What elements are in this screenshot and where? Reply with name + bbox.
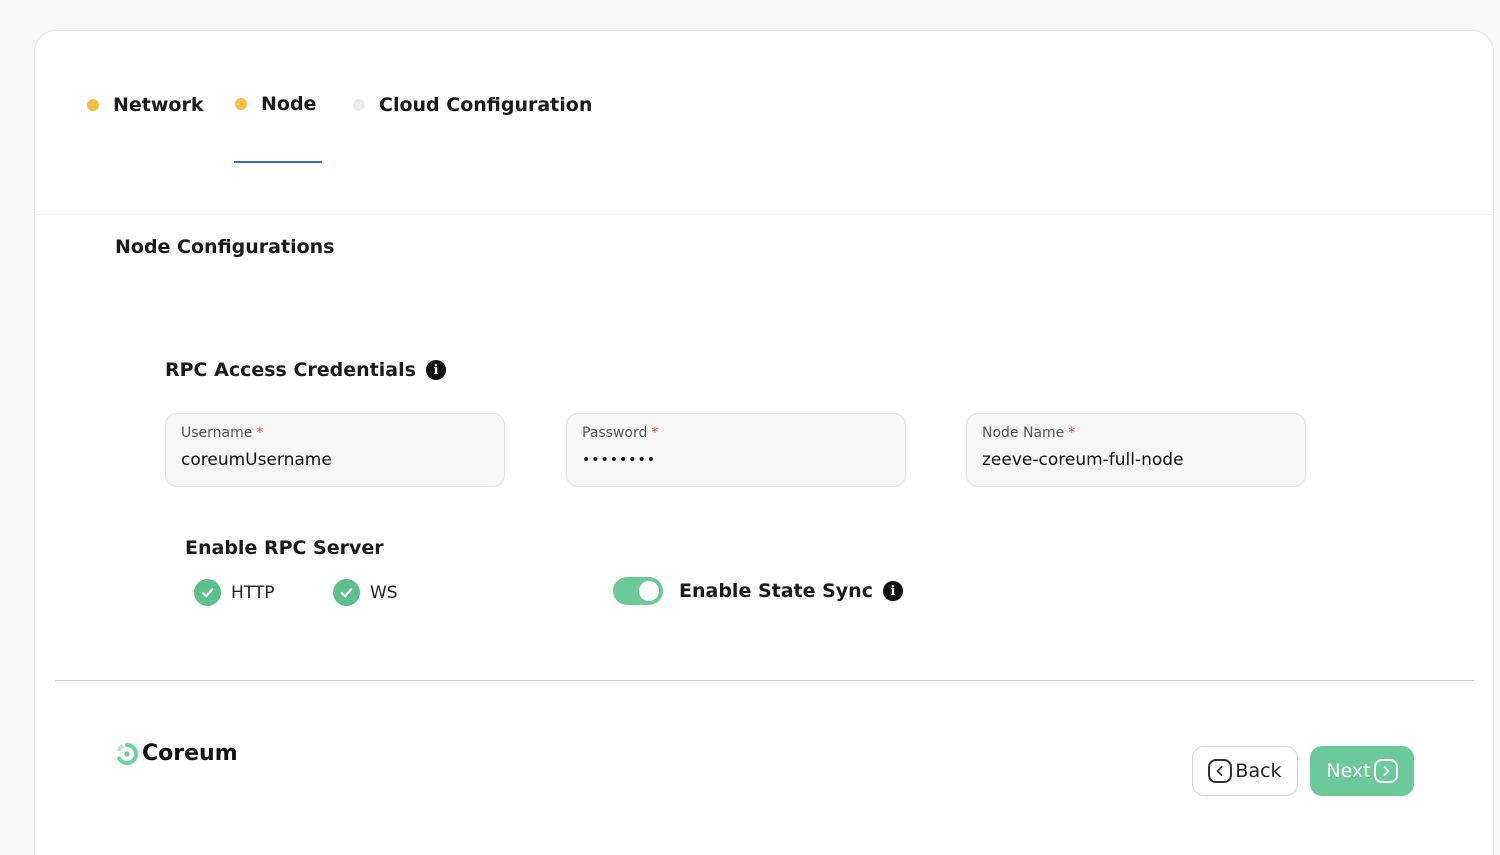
- brand-name: Coreum: [142, 741, 238, 766]
- username-input[interactable]: [181, 449, 489, 471]
- state-sync-toggle[interactable]: [613, 577, 663, 605]
- stepper: Network Node Cloud Configuration: [35, 31, 1493, 215]
- active-step-indicator: [234, 161, 322, 163]
- step-node[interactable]: Node: [235, 90, 316, 118]
- back-label: Back: [1235, 760, 1282, 782]
- step-cloud-configuration[interactable]: Cloud Configuration: [353, 91, 592, 119]
- state-sync-control: Enable State Sync i: [613, 577, 903, 605]
- rpc-server-title: Enable RPC Server: [185, 537, 384, 559]
- toggle-knob: [639, 581, 659, 601]
- username-field[interactable]: Username *: [165, 413, 505, 487]
- username-label: Username *: [181, 425, 264, 441]
- password-input[interactable]: ••••••••: [582, 449, 890, 471]
- check-icon: [194, 579, 221, 606]
- info-icon[interactable]: i: [882, 581, 903, 601]
- brand: Coreum: [115, 741, 238, 766]
- check-icon: [333, 579, 360, 606]
- rpc-credentials-heading: RPC Access Credentials i: [165, 359, 446, 381]
- chevron-left-icon: [1208, 759, 1233, 783]
- chevron-right-icon: [1373, 759, 1398, 783]
- next-button[interactable]: Next: [1310, 746, 1414, 796]
- ws-label: WS: [370, 582, 398, 603]
- node-name-field[interactable]: Node Name *: [966, 413, 1306, 487]
- ws-checkbox[interactable]: WS: [333, 579, 398, 606]
- state-sync-label: Enable State Sync: [679, 580, 873, 602]
- node-name-input[interactable]: [982, 449, 1290, 471]
- wizard-card: Network Node Cloud Configuration Node Co…: [34, 30, 1494, 855]
- step-label: Cloud Configuration: [379, 94, 593, 116]
- password-field[interactable]: Password * ••••••••: [566, 413, 906, 487]
- step-status-dot: [87, 99, 99, 111]
- step-label: Node: [261, 93, 317, 115]
- rpc-credentials-title: RPC Access Credentials: [165, 359, 416, 381]
- http-label: HTTP: [231, 582, 275, 603]
- divider: [55, 680, 1474, 681]
- step-label: Network: [113, 94, 204, 116]
- step-network[interactable]: Network: [87, 91, 203, 119]
- coreum-logo-icon: [117, 742, 138, 765]
- info-icon[interactable]: i: [425, 360, 446, 380]
- step-status-dot: [235, 98, 247, 110]
- section-title: Node Configurations: [115, 236, 335, 258]
- password-label: Password *: [582, 425, 659, 441]
- required-mark: *: [256, 425, 264, 441]
- next-label: Next: [1326, 760, 1371, 782]
- node-name-label: Node Name *: [982, 425, 1076, 441]
- required-mark: *: [651, 425, 659, 441]
- step-status-dot: [353, 99, 365, 111]
- divider: [35, 214, 1493, 215]
- http-checkbox[interactable]: HTTP: [194, 579, 275, 606]
- back-button[interactable]: Back: [1192, 746, 1298, 796]
- required-mark: *: [1068, 425, 1076, 441]
